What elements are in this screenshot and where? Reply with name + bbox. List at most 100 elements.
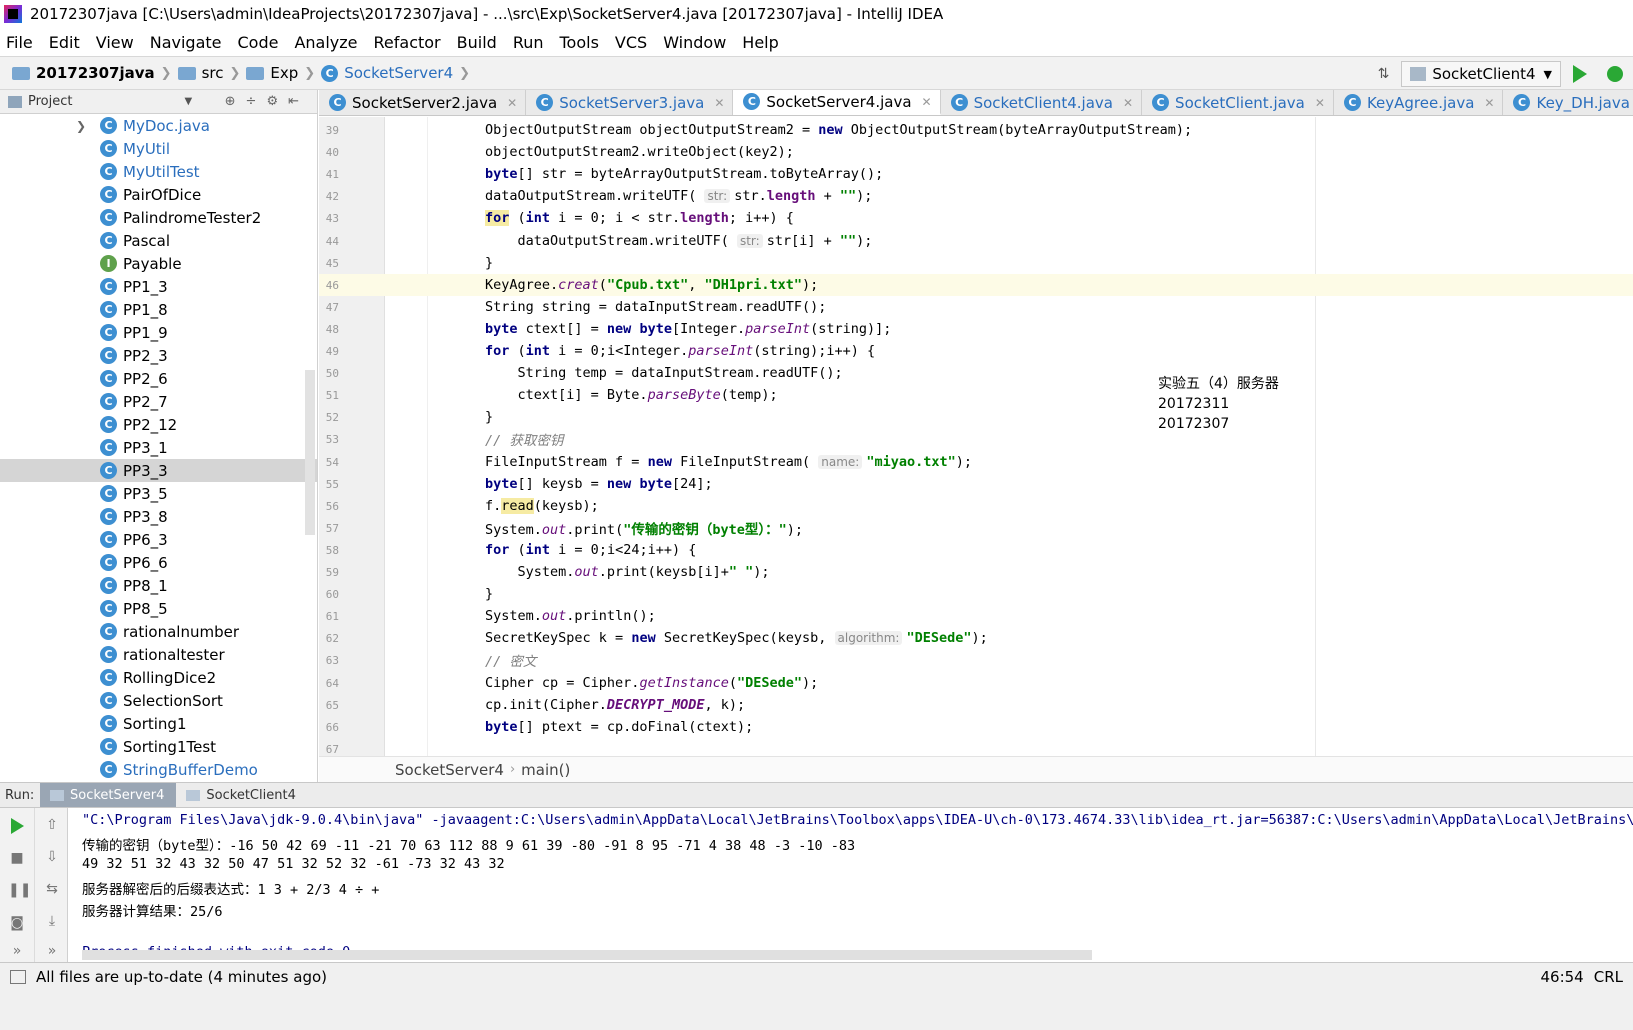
locate-icon[interactable]: ⊕ bbox=[225, 94, 246, 109]
nav-crumb-file[interactable]: C SocketServer4 bbox=[321, 64, 453, 82]
tree-item[interactable]: C RollingDice2 bbox=[0, 666, 317, 689]
run-console[interactable]: Process finished with exit code 0服务器计算结果… bbox=[68, 808, 1633, 962]
tree-item[interactable]: Crationaltester bbox=[0, 643, 317, 666]
tree-item[interactable]: C PP3_1 bbox=[0, 436, 317, 459]
debug-icon[interactable] bbox=[1607, 66, 1623, 82]
tool-window-toggle-icon[interactable] bbox=[10, 970, 26, 984]
close-tab-icon[interactable]: ✕ bbox=[507, 96, 517, 110]
menu-analyze[interactable]: Analyze bbox=[294, 33, 357, 52]
line-number: 50 bbox=[325, 367, 339, 381]
tree-item[interactable]: C PP6_3 bbox=[0, 528, 317, 551]
stop-icon[interactable]: ■ bbox=[8, 849, 26, 867]
pause-icon[interactable]: ❚❚ bbox=[8, 881, 31, 899]
tree-item-label: PP3_3 bbox=[123, 461, 168, 480]
class-icon: C bbox=[1513, 94, 1531, 111]
menu-navigate[interactable]: Navigate bbox=[150, 33, 222, 52]
caret-position[interactable]: 46:54 bbox=[1541, 968, 1584, 986]
menu-refactor[interactable]: Refactor bbox=[374, 33, 441, 52]
folder-icon bbox=[177, 66, 196, 80]
run-tab-socketclient4[interactable]: SocketClient4 bbox=[176, 783, 307, 807]
code-token: Cipher cp = Cipher. bbox=[485, 674, 640, 691]
menu-code[interactable]: Code bbox=[238, 33, 279, 52]
tree-item[interactable]: C MyUtil bbox=[0, 137, 317, 160]
close-tab-icon[interactable]: ✕ bbox=[922, 95, 932, 109]
run-icon[interactable] bbox=[1573, 65, 1587, 83]
collapse-icon[interactable]: ÷ bbox=[246, 94, 267, 109]
rerun-icon[interactable] bbox=[11, 818, 24, 834]
nav-crumb-project[interactable]: 20172307java bbox=[12, 64, 155, 82]
editor-tab[interactable]: C SocketServer4.java ✕ bbox=[733, 90, 941, 115]
camera-icon[interactable]: ◙ bbox=[8, 914, 26, 932]
menu-file[interactable]: File bbox=[6, 33, 33, 52]
code-line: byte[] keysb = new byte[24]; bbox=[385, 473, 1633, 495]
menu-window[interactable]: Window bbox=[663, 33, 726, 52]
editor-tab[interactable]: C SocketServer3.java ✕ bbox=[526, 90, 734, 115]
menu-help[interactable]: Help bbox=[742, 33, 778, 52]
menu-tools[interactable]: Tools bbox=[560, 33, 599, 52]
tree-item[interactable]: C Sorting1Test bbox=[0, 735, 317, 758]
editor-tab[interactable]: CKey_DH.java✕ bbox=[1503, 90, 1633, 115]
close-tab-icon[interactable]: ✕ bbox=[714, 96, 724, 110]
tree-item[interactable]: C StringBufferDemo bbox=[0, 758, 317, 781]
editor-tab[interactable]: C SocketClient4.java ✕ bbox=[941, 90, 1143, 115]
tree-item[interactable]: C PP3_3 bbox=[0, 459, 317, 482]
breadcrumb-method[interactable]: main() bbox=[521, 761, 570, 779]
arrow-up-icon[interactable]: ⇧ bbox=[43, 816, 61, 834]
tree-item[interactable]: C PairOfDice bbox=[0, 183, 317, 206]
tree-item[interactable]: C PP2_3 bbox=[0, 344, 317, 367]
tree-item[interactable]: C Sorting1 bbox=[0, 712, 317, 735]
run-configuration-select[interactable]: SocketClient4 ▼ bbox=[1401, 61, 1561, 87]
editor-tab[interactable]: C SocketServer2.java ✕ bbox=[319, 90, 527, 115]
code-editor[interactable]: ObjectOutputStream objectOutputStream2 =… bbox=[385, 117, 1633, 756]
tree-item[interactable]: C Pascal bbox=[0, 229, 317, 252]
tree-item[interactable]: C PP3_5 bbox=[0, 482, 317, 505]
close-tab-icon[interactable]: ✕ bbox=[1123, 96, 1133, 110]
close-tab-icon[interactable]: ✕ bbox=[1484, 96, 1494, 110]
tree-item[interactable]: C PP1_9 bbox=[0, 321, 317, 344]
tree-item[interactable]: C PP1_3 bbox=[0, 275, 317, 298]
tree-item[interactable]: I Payable bbox=[0, 252, 317, 275]
more-icon[interactable]: » bbox=[8, 942, 26, 960]
tree-item[interactable]: C PP2_7 bbox=[0, 390, 317, 413]
project-scrollbar[interactable] bbox=[305, 370, 315, 535]
tree-item[interactable]: C PP3_8 bbox=[0, 505, 317, 528]
code-line: cp.init(Cipher.DECRYPT_MODE, k); bbox=[385, 694, 1633, 716]
tree-item[interactable]: C SelectionSort bbox=[0, 689, 317, 712]
more-icon[interactable]: » bbox=[43, 942, 61, 960]
sort-icon[interactable]: ⇅ bbox=[1378, 66, 1390, 82]
tree-item[interactable]: C PP8_5 bbox=[0, 597, 317, 620]
breadcrumb-class[interactable]: SocketServer4 bbox=[395, 761, 504, 779]
tree-item[interactable]: C PP1_8 bbox=[0, 298, 317, 321]
editor-tab[interactable]: C KeyAgree.java ✕ bbox=[1334, 90, 1504, 115]
editor-tab[interactable]: C SocketClient.java ✕ bbox=[1142, 90, 1334, 115]
chevron-right-icon: › bbox=[509, 762, 516, 777]
gear-icon[interactable]: ⚙ bbox=[266, 94, 288, 109]
tree-item[interactable]: Crationalnumber bbox=[0, 620, 317, 643]
run-tab-socketserver4[interactable]: SocketServer4 bbox=[40, 783, 177, 807]
arrow-down-icon[interactable]: ⇩ bbox=[43, 848, 61, 866]
tree-item[interactable]: C PP2_6 bbox=[0, 367, 317, 390]
menu-run[interactable]: Run bbox=[513, 33, 544, 52]
menu-vcs[interactable]: VCS bbox=[615, 33, 647, 52]
nav-crumb-src[interactable]: src bbox=[177, 64, 223, 82]
expand-arrow-icon[interactable]: ❯ bbox=[76, 119, 86, 133]
tree-item[interactable]: C MyUtilTest bbox=[0, 160, 317, 183]
project-panel-title[interactable]: Project bbox=[28, 94, 72, 109]
menu-edit[interactable]: Edit bbox=[49, 33, 80, 52]
soft-wrap-icon[interactable]: ⇆ bbox=[43, 880, 61, 898]
scroll-to-end-icon[interactable]: ⤓ bbox=[43, 912, 61, 930]
chevron-down-icon[interactable]: ▼ bbox=[184, 96, 192, 107]
menu-view[interactable]: View bbox=[96, 33, 134, 52]
menu-build[interactable]: Build bbox=[457, 33, 497, 52]
nav-crumb-package[interactable]: Exp bbox=[246, 64, 298, 82]
tree-item[interactable]: C PP2_12 bbox=[0, 413, 317, 436]
line-separator[interactable]: CRL bbox=[1594, 968, 1623, 986]
tree-item[interactable]: C PalindromeTester2 bbox=[0, 206, 317, 229]
tree-item[interactable]: C PP8_1 bbox=[0, 574, 317, 597]
tree-item[interactable]: C PP6_6 bbox=[0, 551, 317, 574]
console-horizontal-scrollbar[interactable] bbox=[82, 950, 1092, 960]
code-token: out bbox=[541, 521, 567, 538]
close-tab-icon[interactable]: ✕ bbox=[1315, 96, 1325, 110]
tree-item[interactable]: ❯ C MyDoc.java bbox=[0, 114, 317, 137]
hide-icon[interactable]: ⇤ bbox=[288, 94, 309, 109]
